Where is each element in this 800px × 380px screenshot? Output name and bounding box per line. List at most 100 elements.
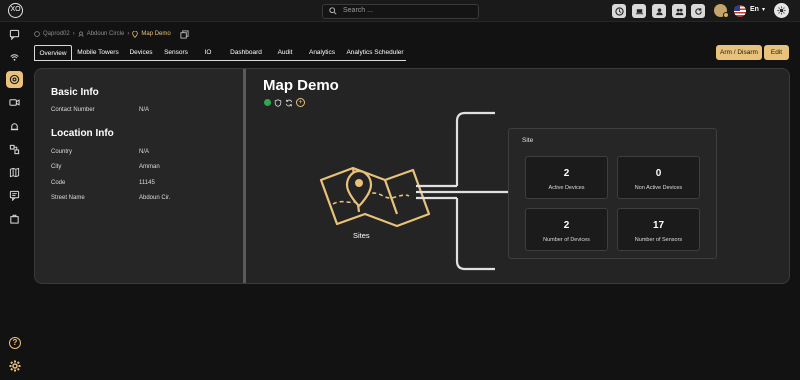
add-icon[interactable]: +: [296, 98, 305, 107]
basic-info-title: Basic Info: [51, 87, 99, 98]
search-placeholder: Search ...: [343, 7, 373, 14]
sites-diagram: [319, 111, 515, 271]
top-bar: XO Search ... En ▾: [0, 0, 800, 22]
tab-sensors[interactable]: Sensors: [158, 45, 194, 60]
theme-toggle-button[interactable]: [774, 3, 789, 18]
user-button[interactable]: [652, 4, 666, 18]
contact-number-label: Contact Number: [51, 107, 95, 113]
site-title: Site: [522, 137, 534, 144]
location-icon: [78, 31, 84, 37]
bag-icon: [10, 214, 19, 224]
clock-button[interactable]: [612, 4, 626, 18]
message-icon: [9, 190, 20, 201]
radar-icon: [10, 54, 19, 61]
sun-icon: [777, 6, 786, 15]
stat-label: Number of Devices: [543, 237, 590, 243]
info-column: Basic Info Contact Number N/A Location I…: [35, 69, 243, 283]
chevron-right-icon: ›: [72, 31, 75, 37]
stat-label: Active Devices: [548, 185, 585, 191]
overview-panel: Basic Info Contact Number N/A Location I…: [34, 68, 790, 284]
tab-analytics[interactable]: Analytics: [300, 45, 344, 60]
city-value: Amman: [139, 164, 160, 170]
breadcrumb-current: Map Demo: [141, 31, 171, 37]
stat-card: 2 Active Devices: [525, 156, 608, 199]
breadcrumb-item[interactable]: Qaprod02: [43, 31, 70, 37]
stat-label: Non Active Devices: [634, 185, 683, 191]
sidebar-item-radar[interactable]: [6, 49, 23, 66]
street-name-label: Street Name: [51, 195, 85, 201]
logo[interactable]: XO: [8, 3, 23, 18]
copy-icon[interactable]: [180, 29, 189, 39]
tab-overview[interactable]: Overview: [34, 45, 72, 60]
map-pin-icon: [319, 166, 431, 228]
laptop-button[interactable]: [632, 4, 646, 18]
code-label: Code: [51, 180, 66, 186]
user-group-button[interactable]: [672, 4, 686, 18]
sidebar-item-alarm[interactable]: [6, 118, 23, 135]
avatar[interactable]: [714, 4, 729, 18]
shield-icon[interactable]: [274, 98, 282, 107]
alarm-icon: [10, 123, 19, 131]
settings-icon[interactable]: [9, 360, 21, 372]
sidebar-item-map[interactable]: [6, 164, 23, 181]
refresh-button[interactable]: [691, 4, 705, 18]
map-icon: [9, 167, 20, 178]
column-divider: [243, 69, 246, 283]
search-icon: [329, 7, 337, 15]
status-indicator: [264, 99, 271, 106]
breadcrumb-item[interactable]: Abdoun Circle: [87, 31, 125, 37]
tab-devices[interactable]: Devices: [124, 45, 158, 60]
help-icon[interactable]: ?: [9, 337, 21, 349]
tab-analytics-scheduler[interactable]: Analytics Scheduler: [344, 45, 406, 60]
user-icon: [655, 7, 663, 15]
city-label: City: [51, 164, 62, 170]
contact-number-value: N/A: [139, 107, 150, 113]
country-value: N/A: [139, 149, 150, 155]
sidebar-item-messages[interactable]: [6, 187, 23, 204]
street-name-value: Abdoun Cir.: [139, 195, 171, 201]
building-icon: [34, 31, 40, 37]
stat-card: 17 Number of Sensors: [617, 208, 700, 251]
chevron-down-icon[interactable]: ▾: [762, 6, 765, 13]
stat-value: 17: [652, 220, 665, 231]
tab-bar: Overview Mobile Towers Devices Sensors I…: [34, 45, 406, 61]
code-value: 11145: [139, 180, 155, 186]
notification-dot: [723, 12, 729, 18]
connector-lines: [416, 111, 515, 271]
breadcrumb: Qaprod02 › Abdoun Circle › Map Demo: [34, 29, 189, 39]
sidebar-item-devices[interactable]: [6, 141, 23, 158]
arm-disarm-button[interactable]: Arm / Disarm: [716, 45, 762, 60]
language-selector[interactable]: En: [750, 6, 759, 13]
tab-io[interactable]: IO: [194, 45, 222, 60]
edit-button[interactable]: Edit: [764, 45, 789, 60]
chevron-right-icon: ›: [127, 31, 130, 37]
stat-value: 2: [563, 168, 570, 179]
refresh-icon: [694, 7, 702, 15]
stat-value: 0: [655, 168, 662, 179]
sites-label: Sites: [353, 231, 370, 240]
user-group-icon: [675, 8, 683, 15]
stat-card: 0 Non Active Devices: [617, 156, 700, 199]
pin-icon: [132, 30, 139, 38]
stat-label: Number of Sensors: [634, 237, 683, 243]
country-label: Country: [51, 149, 73, 155]
tab-dashboard[interactable]: Dashboard: [222, 45, 270, 60]
laptop-icon: [635, 8, 643, 14]
sidebar: [0, 22, 29, 380]
sync-icon[interactable]: [285, 99, 293, 107]
sidebar-item-camera[interactable]: [6, 94, 23, 111]
sidebar-item-bag[interactable]: [6, 210, 23, 227]
tab-mobile-towers[interactable]: Mobile Towers: [72, 45, 124, 60]
stat-card: 2 Number of Devices: [525, 208, 608, 251]
chat-icon: [9, 29, 20, 40]
tab-audit[interactable]: Audit: [270, 45, 300, 60]
us-flag-icon[interactable]: [734, 5, 746, 17]
search-input[interactable]: Search ...: [322, 4, 479, 19]
gauge-icon: [9, 74, 20, 85]
clock-icon: [614, 6, 624, 16]
site-card[interactable]: Site 2 Active Devices 0 Non Active Devic…: [508, 128, 717, 259]
sidebar-item-chat[interactable]: [6, 26, 23, 43]
status-row: +: [264, 98, 305, 107]
page-title: Map Demo: [263, 77, 339, 94]
sidebar-item-dashboard[interactable]: [6, 71, 23, 88]
